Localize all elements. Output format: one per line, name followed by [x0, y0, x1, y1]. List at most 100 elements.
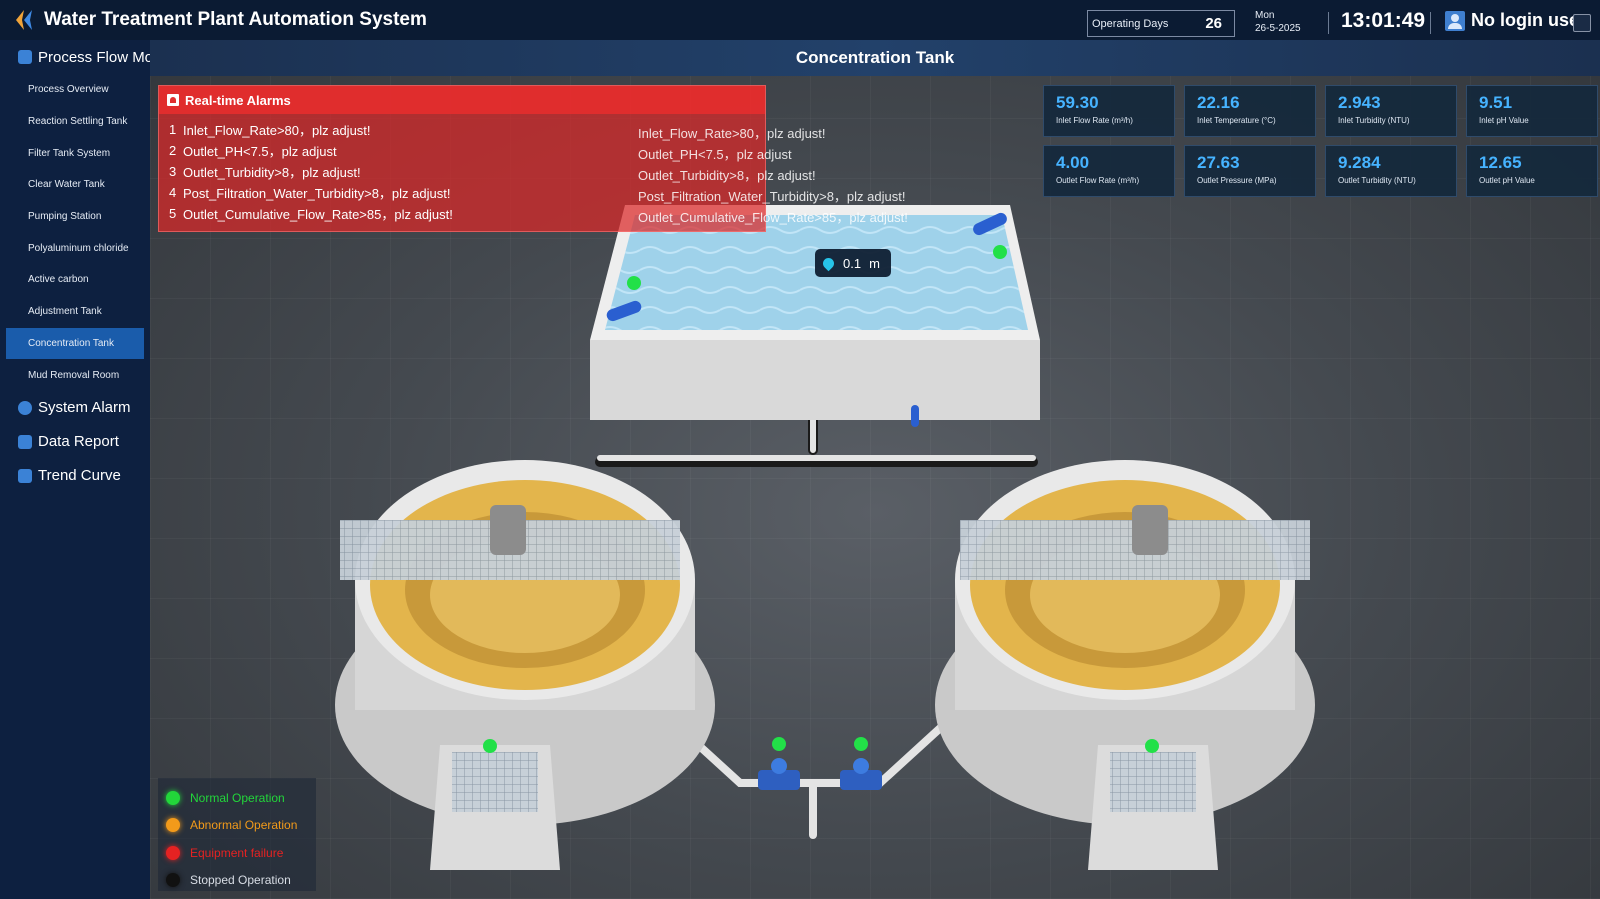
- sidebar-subnav: Process Overview Reaction Settling Tank Fi…: [0, 74, 150, 391]
- nav-process-flow-label: Process Flow Mon: [38, 48, 150, 66]
- metric-label: Outlet Pressure (MPa): [1197, 176, 1277, 185]
- nav-data-report[interactable]: Data Report: [0, 425, 150, 459]
- water-drop-icon: [820, 255, 837, 271]
- pump-left[interactable]: [758, 758, 800, 790]
- metric-label: Inlet Turbidity (NTU): [1338, 116, 1410, 125]
- outlet-metric-card: 27.63 Outlet Pressure (MPa): [1184, 145, 1316, 197]
- outlet-metric-card: 4.00 Outlet Flow Rate (m³/h): [1043, 145, 1175, 197]
- status-dot-icon: [166, 818, 180, 833]
- sidebar-item-pumping-station[interactable]: Pumping Station: [6, 201, 144, 233]
- metric-value: 9.51: [1479, 93, 1513, 112]
- nav-process-flow[interactable]: Process Flow Mon: [0, 40, 150, 74]
- weekday: Mon: [1255, 10, 1275, 21]
- operating-days-value: 26: [1205, 15, 1222, 32]
- sidebar-item-active-carbon[interactable]: Active carbon: [6, 264, 144, 296]
- date-value: 26-5-2025: [1255, 23, 1301, 34]
- legend-item: Stopped Operation: [166, 867, 316, 895]
- alarm-text-scrolling: Inlet_Flow_Rate>80，plz adjust!: [638, 126, 826, 141]
- legend-label: Abnormal Operation: [190, 818, 298, 833]
- alarm-text: Outlet_Turbidity>8，plz adjust!: [183, 165, 361, 180]
- operating-days-label: Operating Days: [1092, 17, 1169, 30]
- metric-label: Outlet pH Value: [1479, 176, 1535, 185]
- operating-days-box: Operating Days 26: [1087, 10, 1235, 37]
- metric-value: 27.63: [1197, 153, 1240, 172]
- metric-value: 22.16: [1197, 93, 1240, 112]
- sidebar-item-reaction-settling-tank[interactable]: Reaction Settling Tank: [6, 106, 144, 138]
- metric-label: Inlet pH Value: [1479, 116, 1529, 125]
- top-bar: Water Treatment Plant Automation System …: [0, 0, 1600, 40]
- status-light-normal: [627, 276, 641, 290]
- alarm-text-scrolling: Outlet_Turbidity>8，plz adjust!: [638, 168, 816, 183]
- alarm-number: 3: [169, 164, 177, 179]
- pump-right[interactable]: [840, 758, 882, 790]
- legend-item: Abnormal Operation: [166, 812, 316, 840]
- legend-label: Stopped Operation: [190, 873, 291, 888]
- status-light-normal: [993, 245, 1007, 259]
- alarm-text: Inlet_Flow_Rate>80，plz adjust!: [183, 123, 371, 138]
- nav-data-report-label: Data Report: [38, 433, 119, 451]
- metric-value: 59.30: [1056, 93, 1099, 112]
- alarm-number: 1: [169, 122, 177, 137]
- status-dot-icon: [166, 790, 180, 805]
- nav-system-alarm-label: System Alarm: [38, 399, 131, 417]
- status-legend: Normal Operation Abnormal Operation Equipm…: [158, 778, 316, 891]
- alarm-text-scrolling: Outlet_PH<7.5，plz adjust: [638, 147, 792, 162]
- metric-label: Outlet Flow Rate (m³/h): [1056, 176, 1140, 185]
- metric-value: 12.65: [1479, 153, 1522, 172]
- water-level-badge: 0.1 m: [815, 249, 891, 277]
- window-control-icon[interactable]: [1573, 14, 1591, 32]
- sidebar-item-mud-removal-room[interactable]: Mud Removal Room: [6, 359, 144, 391]
- header-divider: [1430, 12, 1431, 34]
- thickener-left: [335, 460, 715, 870]
- status-dot-icon: [166, 873, 180, 888]
- nav-trend-curve[interactable]: Trend Curve: [0, 459, 150, 493]
- outlet-metric-card: 12.65 Outlet pH Value: [1466, 145, 1598, 197]
- date-display: Mon 26-5-2025: [1255, 9, 1301, 35]
- water-level-unit: m: [869, 255, 880, 271]
- alarm-number: 2: [169, 143, 177, 158]
- sidebar-item-concentration-tank[interactable]: Concentration Tank: [6, 327, 144, 360]
- inlet-metric-card: 9.51 Inlet pH Value: [1466, 85, 1598, 137]
- report-icon: [18, 434, 32, 449]
- alarm-text: Outlet_PH<7.5，plz adjust: [183, 144, 337, 159]
- user-login[interactable]: No login user: [1445, 10, 1586, 31]
- legend-label: Equipment failure: [190, 845, 284, 860]
- sidebar-item-process-overview[interactable]: Process Overview: [6, 74, 144, 106]
- chart-icon: [18, 468, 32, 483]
- sidebar-item-clear-water-tank[interactable]: Clear Water Tank: [6, 169, 144, 201]
- nav-trend-curve-label: Trend Curve: [38, 467, 121, 485]
- inlet-metric-card: 22.16 Inlet Temperature (°C): [1184, 85, 1316, 137]
- metric-value: 4.00: [1056, 153, 1090, 172]
- inlet-metric-card: 2.943 Inlet Turbidity (NTU): [1325, 85, 1457, 137]
- outlet-metric-card: 9.284 Outlet Turbidity (NTU): [1325, 145, 1457, 197]
- alarm-text-scrolling: Post_Filtration_Water_Turbidity>8，plz ad…: [638, 189, 906, 204]
- flow-icon: [18, 50, 32, 64]
- alarm-list-scrolling: Inlet_Flow_Rate>80，plz adjust! Outlet_PH<…: [638, 123, 908, 228]
- alarm-number: 5: [169, 206, 177, 221]
- status-dot-icon: [166, 845, 180, 860]
- nav-system-alarm[interactable]: System Alarm: [0, 391, 150, 425]
- water-level-value: 0.1: [843, 255, 862, 271]
- legend-item: Normal Operation: [166, 784, 316, 812]
- alarm-text: Outlet_Cumulative_Flow_Rate>85，plz adjus…: [183, 207, 453, 222]
- status-light-normal: [772, 737, 786, 751]
- sidebar-item-filter-tank-system[interactable]: Filter Tank System: [6, 137, 144, 169]
- alarm-number: 4: [169, 185, 177, 200]
- sidebar-item-polyaluminum-chloride[interactable]: Polyaluminum chloride: [6, 232, 144, 264]
- metric-label: Outlet Turbidity (NTU): [1338, 176, 1416, 185]
- legend-item: Equipment failure: [166, 839, 316, 867]
- app-logo-icon: [16, 10, 32, 30]
- thickener-right: [935, 460, 1315, 870]
- user-name: No login user: [1471, 10, 1587, 30]
- alarm-text-scrolling: Outlet_Cumulative_Flow_Rate>85，plz adjus…: [638, 210, 908, 225]
- sidebar-item-adjustment-tank[interactable]: Adjustment Tank: [6, 296, 144, 328]
- clock: 13:01:49: [1341, 9, 1426, 32]
- user-icon: [1445, 10, 1465, 31]
- alarm-bell-icon: [167, 94, 179, 106]
- status-light-normal: [1145, 739, 1159, 753]
- metric-label: Inlet Flow Rate (m³/h): [1056, 116, 1133, 125]
- legend-label: Normal Operation: [190, 790, 285, 805]
- header-divider: [1328, 12, 1329, 34]
- sidebar: Process Flow Mon Process Overview Reactio…: [0, 40, 150, 899]
- metric-label: Inlet Temperature (°C): [1197, 116, 1276, 125]
